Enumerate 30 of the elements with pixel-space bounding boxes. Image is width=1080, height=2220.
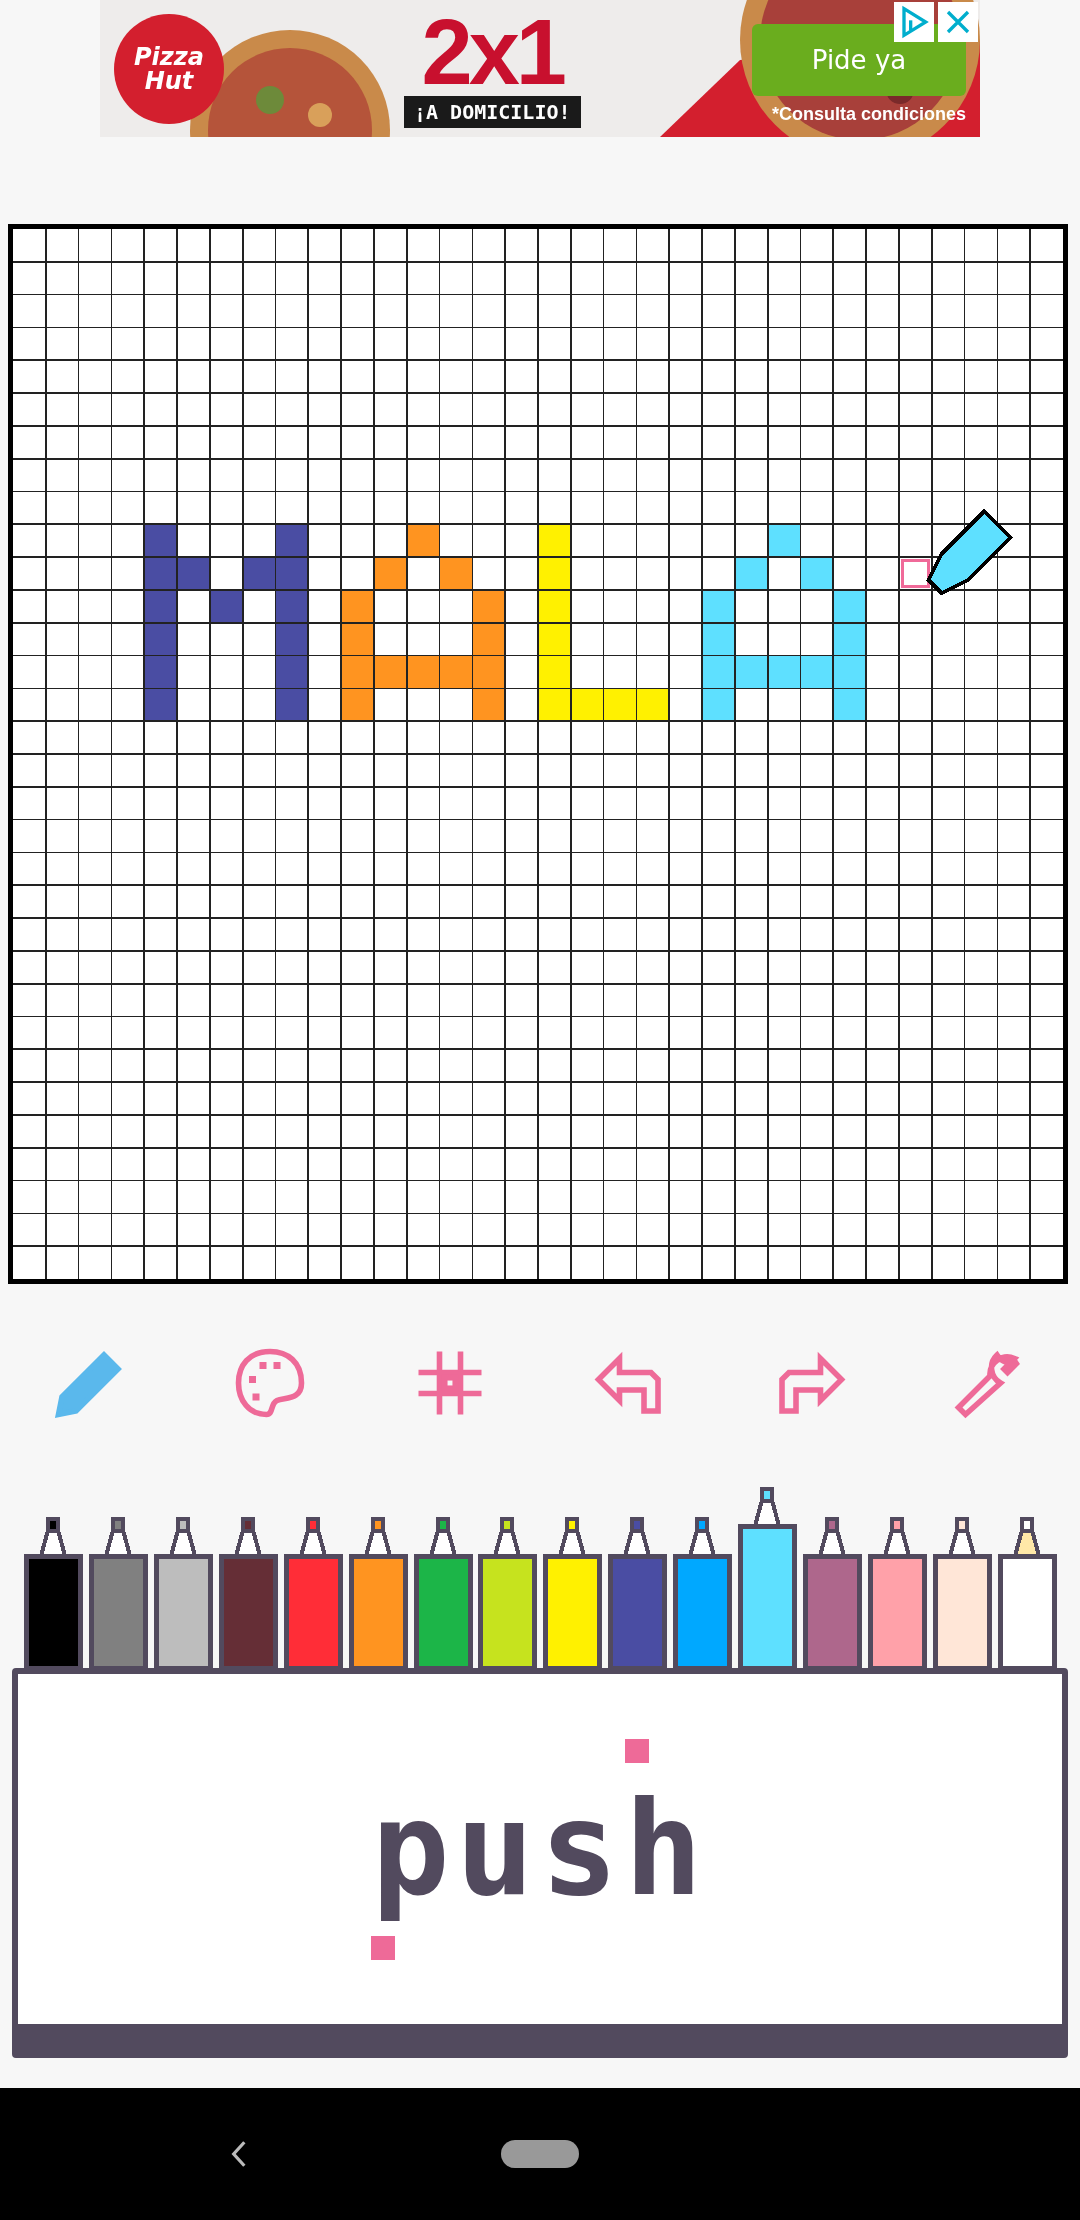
crayon[interactable] (541, 1516, 604, 1668)
crayon[interactable] (281, 1516, 344, 1668)
push-box[interactable]: push (12, 1668, 1068, 2058)
ad-headline: 2x1 (421, 8, 563, 97)
ad-choices-icon[interactable] (894, 2, 934, 42)
crayon[interactable] (151, 1516, 214, 1668)
crayon[interactable] (476, 1516, 539, 1668)
ad-banner[interactable]: Pizza Hut 2x1 ¡A DOMICILIO! Pide ya *Consulta condiciones (100, 0, 980, 137)
home-button[interactable] (501, 2140, 579, 2168)
close-icon[interactable] (938, 2, 978, 42)
crayon[interactable] (411, 1516, 474, 1668)
crayon[interactable] (801, 1516, 864, 1668)
crayon[interactable] (86, 1516, 149, 1668)
cursor-cell (900, 558, 931, 589)
crayon[interactable] (736, 1486, 799, 1668)
crayon[interactable] (995, 1516, 1058, 1668)
crayon[interactable] (22, 1516, 84, 1668)
ad-disclaimer: *Consulta condiciones (771, 104, 966, 125)
pencil-cursor-icon (926, 508, 1014, 596)
app-logo: push (371, 1771, 709, 1927)
crayon[interactable] (346, 1516, 409, 1668)
pixel-square-icon (624, 1738, 649, 1763)
crayon[interactable] (671, 1516, 734, 1668)
ad-tag: ¡A DOMICILIO! (404, 96, 581, 129)
crayon[interactable] (606, 1516, 669, 1668)
pixel-square-icon (371, 1935, 396, 1960)
crayon[interactable] (866, 1516, 928, 1668)
drawing-canvas[interactable] (8, 224, 1068, 1284)
crayon[interactable] (216, 1516, 279, 1668)
crayon[interactable] (930, 1516, 993, 1668)
